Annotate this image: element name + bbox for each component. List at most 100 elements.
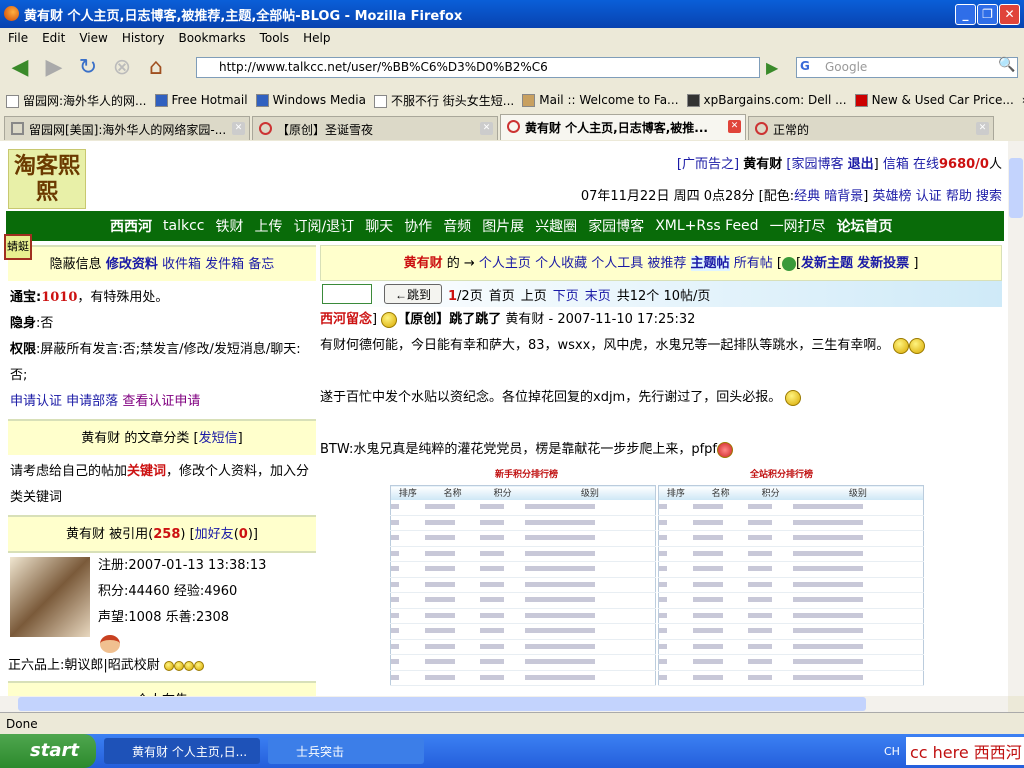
- heroes-link[interactable]: 英雄榜: [873, 189, 912, 204]
- all-posts-tab[interactable]: 所有帖: [734, 256, 773, 271]
- edit-profile-link[interactable]: 修改资料: [106, 257, 158, 272]
- nav-item[interactable]: XML+Rss Feed: [655, 218, 758, 234]
- start-button[interactable]: start: [0, 734, 96, 768]
- post-author[interactable]: 黄有财: [505, 312, 544, 327]
- first-page-link[interactable]: 首页: [489, 285, 515, 304]
- stop-icon[interactable]: ⊗: [108, 54, 136, 82]
- nav-item[interactable]: 聊天: [365, 216, 393, 236]
- keyword-link[interactable]: 关键词: [127, 464, 166, 479]
- new-topic-link[interactable]: 发新主题: [801, 256, 853, 271]
- bookmark-item[interactable]: New & Used Car Price...: [854, 93, 1014, 107]
- bookmark-item[interactable]: xpBargains.com: Dell ...: [686, 93, 847, 107]
- nav-item[interactable]: 上传: [254, 216, 282, 236]
- tongbao-value: 1010: [41, 290, 78, 305]
- send-sms-link[interactable]: 发短信: [199, 431, 238, 446]
- apply-auth-link[interactable]: 申请认证: [10, 394, 62, 409]
- tab-active[interactable]: 黄有财 个人主页,日志博客,被推... ✕: [500, 114, 746, 140]
- topics-tab[interactable]: 主题帖: [690, 256, 730, 271]
- menu-edit[interactable]: Edit: [42, 31, 65, 45]
- sticker-badge[interactable]: 蜻蜓: [4, 234, 32, 260]
- hidden-info-link[interactable]: 隐蔽信息: [50, 257, 102, 272]
- tab[interactable]: 留园网[美国]:海外华人的网络家园-... ✕: [4, 116, 250, 140]
- inbox-link[interactable]: 收件箱: [162, 257, 201, 272]
- page-input[interactable]: [322, 284, 372, 304]
- home-icon[interactable]: ⌂: [142, 54, 170, 82]
- tab-close-icon[interactable]: ✕: [480, 122, 493, 135]
- logout-link[interactable]: 退出: [848, 157, 874, 172]
- nav-item[interactable]: 论坛首页: [837, 216, 893, 236]
- next-page-link[interactable]: 下页: [553, 285, 579, 304]
- language-indicator[interactable]: CH: [884, 745, 900, 758]
- menu-tools[interactable]: Tools: [260, 31, 290, 45]
- reload-icon[interactable]: ↻: [74, 54, 102, 82]
- add-friend-link[interactable]: 加好友: [195, 527, 234, 542]
- bookmark-item[interactable]: Free Hotmail: [154, 93, 248, 107]
- menu-bookmarks[interactable]: Bookmarks: [179, 31, 246, 45]
- post-title[interactable]: 【原创】跳了跳了: [397, 312, 501, 327]
- nav-item[interactable]: 兴趣圈: [535, 216, 577, 236]
- blog-link[interactable]: [家园博客: [786, 157, 843, 172]
- help-link[interactable]: 帮助: [946, 189, 972, 204]
- menu-view[interactable]: View: [79, 31, 107, 45]
- tab-close-icon[interactable]: ✕: [728, 120, 741, 133]
- user-profile: 注册:2007-01-13 13:38:13 积分:44460 经验:4960 …: [8, 551, 316, 681]
- site-logo[interactable]: 淘客熙熙: [8, 149, 86, 209]
- nav-item[interactable]: talkcc: [163, 218, 204, 234]
- outbox-link[interactable]: 发件箱: [205, 257, 244, 272]
- maximize-button[interactable]: ❐: [977, 4, 998, 25]
- search-icon[interactable]: 🔍: [998, 57, 1015, 73]
- minimize-button[interactable]: _: [955, 4, 976, 25]
- bookmark-item[interactable]: Mail :: Welcome to Fa...: [522, 93, 679, 107]
- nav-item[interactable]: 一网打尽: [770, 216, 826, 236]
- menu-history[interactable]: History: [122, 31, 165, 45]
- taskbar-item-firefox[interactable]: 黄有财 个人主页,日...: [104, 738, 260, 764]
- view-auth-link[interactable]: 查看认证申请: [122, 394, 200, 409]
- bookmark-item[interactable]: 留园网:海外华人的网...: [6, 92, 147, 109]
- mailbox-link[interactable]: 信箱: [883, 157, 909, 172]
- forward-icon[interactable]: ▶: [40, 54, 68, 82]
- nav-item[interactable]: 音频: [443, 216, 471, 236]
- red-face-icon: [717, 441, 733, 458]
- menu-bar: File Edit View History Bookmarks Tools H…: [0, 28, 1024, 48]
- search-link[interactable]: 搜索: [976, 189, 1002, 204]
- tab[interactable]: 正常的 ✕: [748, 116, 994, 140]
- ad-link[interactable]: [广而告之]: [677, 157, 739, 172]
- taskbar-item-folder[interactable]: 士兵突击: [268, 738, 424, 764]
- recommended-tab[interactable]: 被推荐: [647, 256, 686, 271]
- horizontal-scrollbar[interactable]: [0, 696, 1008, 712]
- apply-tribe-link[interactable]: 申请部落: [66, 394, 118, 409]
- back-icon[interactable]: ◀: [6, 54, 34, 82]
- nav-item[interactable]: 订阅/退订: [293, 216, 354, 236]
- menu-help[interactable]: Help: [303, 31, 330, 45]
- bookmark-item[interactable]: Windows Media: [255, 93, 366, 107]
- auth-link[interactable]: 认证: [916, 189, 942, 204]
- close-button[interactable]: ✕: [999, 4, 1020, 25]
- online-label[interactable]: 在线: [913, 157, 939, 172]
- forum-link[interactable]: 西河留念: [320, 312, 372, 327]
- classic-theme-link[interactable]: 经典: [794, 189, 820, 204]
- url-input[interactable]: http://www.talkcc.net/user/%BB%C6%D3%D0%…: [196, 57, 760, 78]
- nav-item[interactable]: 图片展: [482, 216, 524, 236]
- go-icon[interactable]: ▶: [766, 58, 778, 77]
- memo-link[interactable]: 备忘: [248, 257, 274, 272]
- page-count: /2页: [457, 288, 483, 304]
- bookmark-item[interactable]: 不服不行 街头女生短...: [373, 92, 514, 109]
- search-input[interactable]: Google: [796, 57, 1018, 78]
- prev-page-link[interactable]: 上页: [521, 285, 547, 304]
- favorites-tab[interactable]: 个人收藏: [535, 256, 587, 271]
- nav-item[interactable]: 西西河: [110, 216, 152, 236]
- nav-item[interactable]: 铁财: [215, 216, 243, 236]
- tab-close-icon[interactable]: ✕: [232, 122, 245, 135]
- dark-theme-link[interactable]: 暗背景: [824, 189, 863, 204]
- jump-button[interactable]: ←跳到: [384, 284, 442, 304]
- new-vote-link[interactable]: 发新投票: [857, 256, 909, 271]
- home-tab[interactable]: 个人主页: [479, 256, 531, 271]
- last-page-link[interactable]: 末页: [585, 285, 611, 304]
- nav-item[interactable]: 家园博客: [588, 216, 644, 236]
- menu-file[interactable]: File: [8, 31, 28, 45]
- tab[interactable]: 【原创】圣诞雪夜 ✕: [252, 116, 498, 140]
- vertical-scrollbar[interactable]: [1008, 141, 1024, 696]
- tools-tab[interactable]: 个人工具: [591, 256, 643, 271]
- nav-item[interactable]: 协作: [404, 216, 432, 236]
- tab-close-icon[interactable]: ✕: [976, 122, 989, 135]
